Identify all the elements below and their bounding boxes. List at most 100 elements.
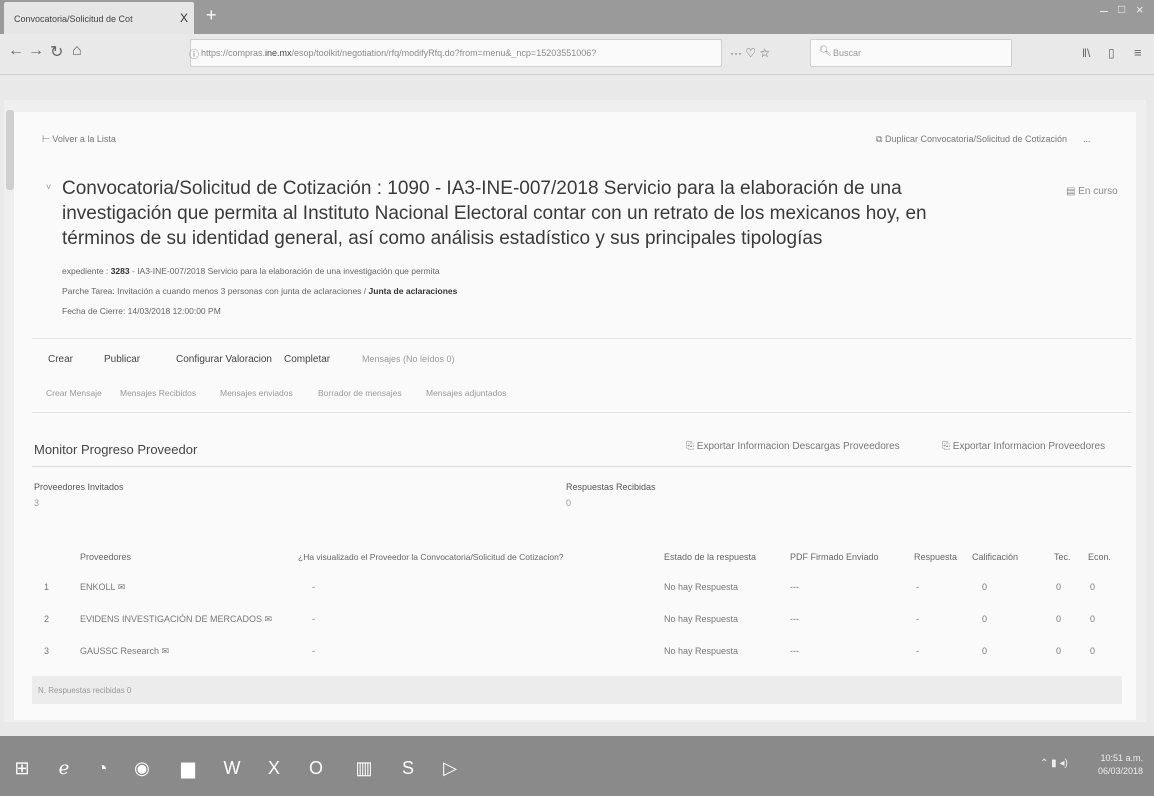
col-respuesta[interactable]: Respuesta [914,552,957,562]
pdf-cell: --- [790,646,799,656]
duplicate-link[interactable]: ⧉ Duplicar Convocatoria/Solicitud de Cot… [876,134,1091,145]
clock-date: 06/03/2018 [1098,766,1144,776]
tec-cell: 0 [1056,582,1062,592]
search-box[interactable]: 🔍︎ Buscar [810,39,1012,67]
invited-value: 3 [34,498,40,508]
status-badge: ▤ En curso [1066,186,1118,197]
window-close-button[interactable]: × [1136,2,1144,17]
score-cell: 0 [982,646,988,656]
more-menu-icon[interactable]: ... [1083,134,1091,144]
col-calificacion[interactable]: Calificación [972,552,1018,562]
response-cell: - [916,582,919,592]
media-icon[interactable]: ▷ [436,754,464,782]
menu-icon[interactable]: ≡ [1134,45,1142,60]
tec-cell: 0 [1056,646,1062,656]
econ-cell: 0 [1090,582,1096,592]
export-downloads-button[interactable]: ⎘ Exportar Informacion Descargas Proveed… [686,441,900,452]
mail-icon[interactable]: ✉ [118,582,126,592]
pdf-cell: --- [790,582,799,592]
col-proveedores[interactable]: Proveedores [80,552,131,562]
clock-time: 10:51 a.m. [1100,753,1144,763]
taskbar-clock[interactable]: 10:51 a.m. 06/03/2018 [1098,752,1143,778]
state-cell: No hay Respuesta [664,646,739,656]
search-icon: 🔍︎ [819,46,832,57]
col-pdf[interactable]: PDF Firmado Enviado [790,552,879,562]
state-cell: No hay Respuesta [664,582,739,592]
browser-tab[interactable]: Convocatoria/Solicitud de Cot X [4,2,194,34]
library-icon[interactable]: ǁ\ [1082,46,1090,60]
side-scroll-handle[interactable] [6,110,14,190]
footer-summary: N. Respuestas recibidas 0 [38,686,132,695]
col-econ[interactable]: Econ. [1088,552,1111,562]
table-row: 2 EVIDENS INVESTIGACIÓN DE MERCADOS ✉ - … [32,608,1132,638]
reload-icon[interactable]: ↻ [50,42,63,62]
sidebar-icon[interactable]: ▯ [1108,46,1115,60]
meta-close-date: Fecha de Cierre: 14/03/2018 12:00:00 PM [62,306,221,316]
browser-nav-bar: ← → ↻ ⌂ ⓘ https://compras.ine.mx/esop/to… [0,34,1154,75]
action-completar[interactable]: Completar [284,354,330,365]
window-minimize-button[interactable]: – [1100,2,1108,18]
row-number: 1 [44,582,50,592]
home-icon[interactable]: ⌂ [72,42,82,60]
divider [32,466,1132,467]
address-bar[interactable]: ⓘ https://compras.ine.mx/esop/toolkit/ne… [189,39,722,67]
econ-cell: 0 [1090,614,1096,624]
excel-icon[interactable]: X [260,754,288,782]
back-to-list-link[interactable]: ⊢ Volver a la Lista [42,134,116,145]
responses-label: Respuestas Recibidas [566,482,656,492]
firefox-icon[interactable]: ◉ [128,754,156,782]
tab-close-icon[interactable]: X [180,11,188,25]
windows-taskbar: ⊞ ℯ ◔ ◉ ▆ W X O ▥ S ▷ ⌃ ▮ ◂) 10:51 a.m. … [0,736,1154,796]
status-icon: ▤ [1066,186,1079,197]
back-arrow-icon[interactable]: ← [8,42,24,60]
mail-icon[interactable]: ✉ [162,646,170,656]
supplier-name[interactable]: GAUSSC Research ✉ [80,646,169,657]
table-footer: N. Respuestas recibidas 0 [32,676,1122,704]
back-arrow-icon: ⊢ [42,134,53,144]
new-tab-button[interactable]: + [206,5,217,26]
tec-cell: 0 [1056,614,1062,624]
col-estado[interactable]: Estado de la respuesta [664,552,756,562]
subnav-crear-mensaje[interactable]: Crear Mensaje [46,388,102,398]
monitor-title: Monitor Progreso Proveedor [34,442,198,457]
supplier-name[interactable]: ENKOLL ✉ [80,582,125,593]
windows-start-icon[interactable]: ⊞ [8,754,36,782]
notes-icon[interactable]: ▥ [350,754,378,782]
tab-title: Convocatoria/Solicitud de Cot [14,14,133,24]
viewed-cell: - [312,614,315,624]
browser-tab-bar: Convocatoria/Solicitud de Cot X + – □ × [0,0,1154,34]
mail-icon[interactable]: ✉ [265,614,273,624]
supplier-name[interactable]: EVIDENS INVESTIGACIÓN DE MERCADOS ✉ [80,614,272,625]
col-tec[interactable]: Tec. [1054,552,1071,562]
meta-task: Parche Tarea: Invitación a cuando menos … [62,286,458,296]
response-cell: - [916,614,919,624]
search-placeholder: Buscar [833,48,862,58]
subnav-adjuntados[interactable]: Mensajes adjuntados [426,388,506,398]
skype-icon[interactable]: S [394,754,422,782]
export-suppliers-button[interactable]: ⎘ Exportar Informacion Proveedores [942,441,1105,452]
response-cell: - [916,646,919,656]
responses-value: 0 [566,498,572,508]
forward-arrow-icon[interactable]: → [28,42,44,60]
subnav-mensajes-enviados[interactable]: Mensajes enviados [220,388,293,398]
collapse-chevron-icon[interactable]: ˅ [46,182,51,192]
system-tray-icons[interactable]: ⌃ ▮ ◂) [1040,758,1068,769]
action-crear[interactable]: Crear [48,354,73,365]
row-number: 2 [44,614,50,624]
window-maximize-button[interactable]: □ [1118,2,1125,16]
app-icon[interactable]: ◔ [88,754,116,782]
file-explorer-icon[interactable]: ▆ [174,754,202,782]
action-configurar-valoracion[interactable]: Configurar Valoracion [176,354,272,365]
word-icon[interactable]: W [218,754,246,782]
subnav-mensajes-recibidos[interactable]: Mensajes Recibidos [120,388,196,398]
page-actions-icons[interactable]: ··· ♡ ☆ [730,46,770,60]
outlook-icon[interactable]: O [302,754,330,782]
action-mensajes[interactable]: Mensajes (No leídos 0) [362,354,455,364]
lock-icon: ⓘ [189,50,199,61]
action-publicar[interactable]: Publicar [104,354,140,365]
col-visualizado[interactable]: ¿Ha visualizado el Proveedor la Convocat… [298,552,564,562]
score-cell: 0 [982,582,988,592]
internet-explorer-icon[interactable]: ℯ [50,754,78,782]
subnav-borrador[interactable]: Borrador de mensajes [318,388,402,398]
page-title: Convocatoria/Solicitud de Cotización : 1… [62,178,927,249]
